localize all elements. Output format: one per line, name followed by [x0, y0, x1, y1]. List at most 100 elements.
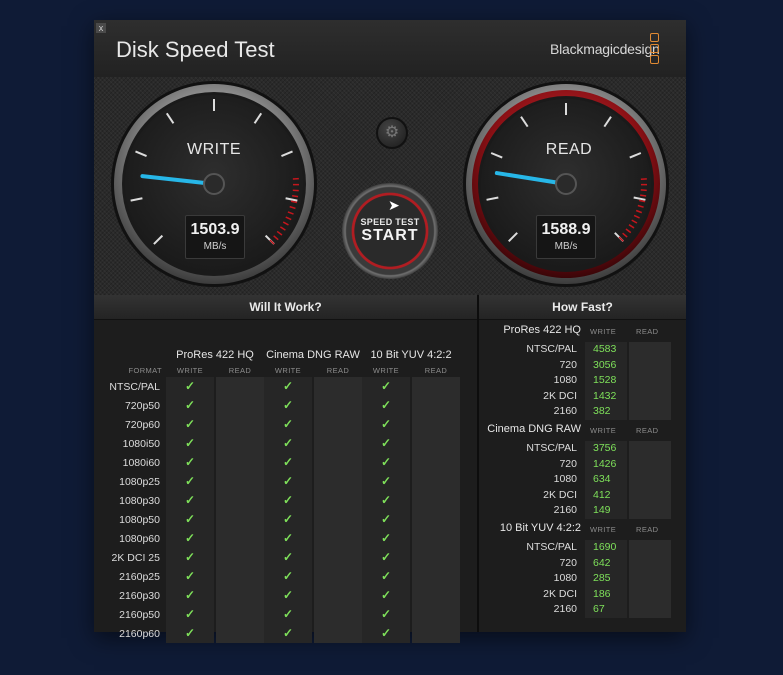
write-ok-check-icon: ✓: [282, 626, 294, 640]
read-subheader: READ: [636, 525, 659, 534]
write-ok-check-icon: ✓: [282, 417, 294, 431]
how-fast-write-value: 412: [593, 488, 611, 501]
format-row-label: 2160p25: [119, 571, 160, 583]
format-row-label: 2K DCI 25: [111, 552, 160, 564]
format-row-label: 1080i50: [122, 438, 160, 450]
write-ok-check-icon: ✓: [184, 607, 196, 621]
read-speed-value: 1588.9: [541, 221, 591, 238]
write-ok-check-icon: ✓: [380, 417, 392, 431]
how-fast-write-value: 3056: [593, 358, 617, 371]
write-ok-check-icon: ✓: [380, 455, 392, 469]
how-fast-write-value: 149: [593, 504, 611, 516]
read-column-bg: [412, 377, 460, 643]
how-fast-row-label: 720: [559, 556, 577, 569]
write-speed-unit: MB/s: [203, 241, 227, 252]
write-ok-check-icon: ✓: [282, 588, 294, 602]
format-row-label: 1080p30: [119, 495, 160, 507]
how-fast-write-value: 285: [593, 572, 611, 584]
write-ok-check-icon: ✓: [282, 607, 294, 621]
read-column-bg: [629, 540, 671, 618]
write-ok-check-icon: ✓: [184, 398, 196, 412]
start-button-small-label: SPEED TEST: [360, 217, 420, 227]
format-row-label: 1080p60: [119, 533, 160, 545]
brand-logo-icon: [650, 33, 659, 66]
how-fast-row-label: 2160: [553, 603, 577, 615]
brand-name: Blackmagicdesign: [550, 41, 660, 57]
read-speed-unit: MB/s: [554, 241, 578, 252]
how-fast-write-value: 634: [593, 473, 611, 485]
write-ok-check-icon: ✓: [380, 607, 392, 621]
how-fast-group-title: ProRes 422 HQ: [503, 324, 581, 336]
how-fast-row-label: 1080: [553, 572, 577, 584]
write-subheader: WRITE: [590, 327, 617, 336]
close-button[interactable]: x: [96, 23, 106, 33]
format-subheader: FORMAT: [128, 366, 162, 375]
write-ok-check-icon: ✓: [380, 569, 392, 583]
how-fast-group-title: 10 Bit YUV 4:2:2: [499, 522, 581, 534]
results-panel: Will It Work? How Fast? ProRes 422 HQ WRI…: [94, 295, 686, 643]
read-column-bg: [629, 441, 671, 519]
write-ok-check-icon: ✓: [380, 588, 392, 602]
disk-speed-test-window: x Disk Speed Test Blackmagicdesign WRITE…: [94, 20, 686, 643]
write-ok-check-icon: ✓: [380, 512, 392, 526]
how-fast-row-label: 720: [559, 457, 577, 470]
how-fast-write-value: 642: [593, 556, 611, 569]
how-fast-row-label: 1080: [553, 374, 577, 386]
read-subheader: READ: [424, 366, 448, 375]
settings-gear-icon[interactable]: ⚙: [376, 117, 408, 149]
write-subheader: WRITE: [372, 366, 400, 375]
write-ok-check-icon: ✓: [282, 436, 294, 450]
how-fast-write-value: 186: [593, 587, 611, 600]
write-ok-check-icon: ✓: [380, 379, 392, 393]
write-ok-check-icon: ✓: [184, 588, 196, 602]
title-bar: x Disk Speed Test Blackmagicdesign: [94, 20, 686, 78]
read-column-bg: [629, 342, 671, 420]
write-ok-check-icon: ✓: [380, 531, 392, 545]
format-row-label: 2160p30: [119, 590, 160, 602]
write-ok-check-icon: ✓: [184, 474, 196, 488]
write-subheader: WRITE: [590, 426, 617, 435]
write-subheader: WRITE: [590, 525, 617, 534]
write-ok-check-icon: ✓: [184, 569, 196, 583]
write-ok-check-icon: ✓: [380, 398, 392, 412]
how-fast-write-value: 1432: [593, 389, 617, 402]
how-fast-write-value: 382: [593, 405, 611, 417]
how-fast-row-label: 2K DCI: [543, 488, 577, 501]
write-ok-check-icon: ✓: [380, 436, 392, 450]
write-ok-check-icon: ✓: [184, 417, 196, 431]
format-column-header: Cinema DNG RAW: [266, 349, 360, 361]
read-value-box: 1588.9 MB/s: [536, 215, 596, 259]
format-column-header: ProRes 422 HQ: [176, 349, 254, 361]
write-ok-check-icon: ✓: [282, 379, 294, 393]
how-fast-write-value: 1690: [593, 541, 617, 553]
write-ok-check-icon: ✓: [184, 493, 196, 507]
format-row-label: 1080p50: [119, 514, 160, 526]
gauge-redline-tick: [292, 195, 299, 198]
write-ok-check-icon: ✓: [282, 569, 294, 583]
write-ok-check-icon: ✓: [184, 455, 196, 469]
how-fast-row-label: 2160: [553, 504, 577, 516]
how-fast-row-label: 1080: [553, 473, 577, 485]
how-fast-write-value: 67: [593, 603, 605, 615]
write-ok-check-icon: ✓: [282, 512, 294, 526]
format-row-label: 2160p60: [119, 628, 160, 640]
write-speed-value: 1503.9: [190, 221, 240, 238]
how-fast-row-label: NTSC/PAL: [526, 442, 577, 454]
write-gauge-label: WRITE: [186, 141, 242, 158]
how-fast-row-label: NTSC/PAL: [526, 343, 577, 355]
read-column-bg: [216, 377, 264, 643]
format-column-header: 10 Bit YUV 4:2:2: [370, 349, 452, 361]
how-fast-table: ProRes 422 HQ WRITE READ NTSC/PAL 4583 720 305…: [479, 319, 686, 632]
how-fast-write-value: 4583: [593, 343, 617, 355]
write-ok-check-icon: ✓: [282, 493, 294, 507]
will-it-work-title: Will It Work?: [94, 295, 477, 320]
read-subheader: READ: [228, 366, 252, 375]
how-fast-write-value: 3756: [593, 442, 617, 454]
format-row-label: NTSC/PAL: [109, 381, 160, 393]
how-fast-write-value: 1528: [593, 374, 617, 386]
write-ok-check-icon: ✓: [282, 531, 294, 545]
how-fast-row-label: 2K DCI: [543, 587, 577, 600]
how-fast-group-title: Cinema DNG RAW: [487, 423, 581, 435]
write-ok-check-icon: ✓: [184, 379, 196, 393]
mouse-pointer-icon: ➤: [388, 197, 400, 213]
